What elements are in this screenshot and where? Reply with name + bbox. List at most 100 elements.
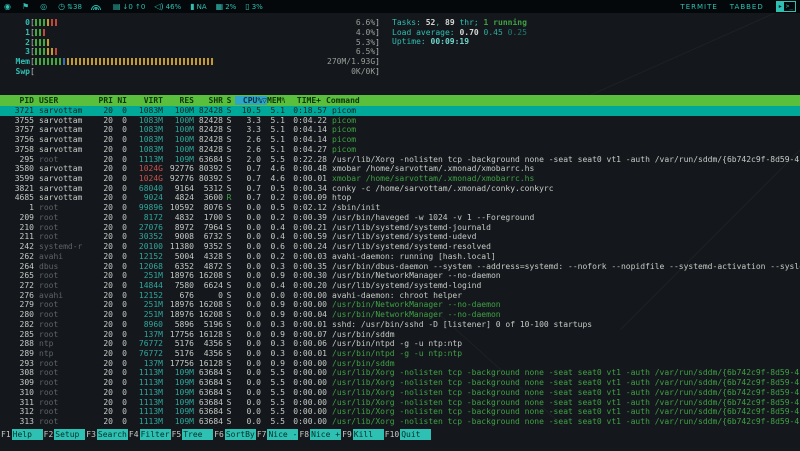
column-header-mem[interactable]: MEM% [267, 96, 285, 105]
cell-time: 0:00.06 [285, 339, 327, 349]
cell-pri: 20 [95, 193, 113, 203]
fkey-help[interactable]: F1Help [0, 429, 43, 440]
process-row[interactable]: 272root2001484475806624S0.00.40:00.20/us… [0, 281, 800, 291]
process-row[interactable]: 310root2001113M109M63684S0.05.50:00.00/u… [0, 388, 800, 398]
process-row[interactable]: 265root200251M1897616208S0.00.90:00.30/u… [0, 271, 800, 281]
process-row[interactable]: 3721sarvottam2001083M100M82428S10.55.10:… [0, 106, 800, 116]
process-row[interactable]: 262avahi2001215250044328S0.00.20:00.03av… [0, 252, 800, 262]
process-row[interactable]: 3821sarvottam2006804091645312S0.70.50:00… [0, 184, 800, 194]
fkey-search[interactable]: F3Search [85, 429, 128, 440]
column-header-res[interactable]: RES [163, 96, 194, 105]
process-row[interactable]: 309root2001113M109M63684S0.05.50:00.00/u… [0, 378, 800, 388]
process-row[interactable]: 308root2001113M109M63684S0.05.50:00.00/u… [0, 368, 800, 378]
cell-shr: 4356 [194, 339, 223, 349]
process-row[interactable]: 311root2001113M109M63684S0.05.50:00.00/u… [0, 398, 800, 408]
process-row[interactable]: 288ntp2007677251764356S0.00.30:00.06/usr… [0, 339, 800, 349]
workspace-label-tabbed[interactable]: TABBED [730, 3, 764, 11]
process-row[interactable]: 3757sarvottam2001083M100M82428S3.35.10:0… [0, 125, 800, 135]
cell-user: sarvottam [34, 135, 95, 145]
fkey-setup[interactable]: F2Setup [43, 429, 86, 440]
launcher-icon: ◉ [4, 3, 11, 11]
column-header-pid[interactable]: PID [8, 96, 34, 105]
cpu-meter-1: 1[4.0%] [8, 28, 380, 38]
column-header-cpu[interactable]: CPU%▽ [235, 96, 267, 105]
process-row[interactable]: 211root2003035290086732S0.00.40:00.59/us… [0, 232, 800, 242]
cell-ni: 0 [113, 359, 127, 369]
cell-virt: 14844 [127, 281, 163, 291]
cell-command: /usr/lib/Xorg -nolisten tcp -background … [327, 388, 800, 398]
cell-res: 5176 [163, 339, 194, 349]
process-row[interactable]: 285root200137M1775616128S0.00.90:00.07/u… [0, 330, 800, 340]
process-row[interactable]: 1root20099896105928076S0.00.50:02.12/sbi… [0, 203, 800, 213]
process-row[interactable]: 282root200896058965196S0.00.30:00.01sshd… [0, 320, 800, 330]
fkey-nice-[interactable]: F7Nice - [256, 429, 299, 440]
cell-mem: 5.5 [261, 407, 285, 417]
process-row[interactable]: 279root200251M1897616208S0.00.90:00.00/u… [0, 300, 800, 310]
column-header-ni[interactable]: NI [113, 96, 127, 105]
cell-pri: 20 [95, 174, 113, 184]
column-header-shr[interactable]: SHR [194, 96, 223, 105]
cell-pri: 20 [95, 281, 113, 291]
meter-tick [111, 58, 113, 65]
cell-time: 0:00.34 [285, 184, 327, 194]
process-row[interactable]: 3758sarvottam2001083M100M82428S2.65.10:0… [0, 145, 800, 155]
column-header-s[interactable]: S [223, 96, 235, 105]
column-header-pri[interactable]: PRI [95, 96, 113, 105]
cell-res: 100M [163, 116, 194, 126]
process-row[interactable]: 312root2001113M109M63684S0.05.50:00.00/u… [0, 407, 800, 417]
fkey-nice-[interactable]: F8Nice + [298, 429, 341, 440]
process-row[interactable]: 3755sarvottam2001083M100M82428S3.35.10:0… [0, 116, 800, 126]
cell-time: 0:00.00 [285, 368, 327, 378]
process-row[interactable]: 280root200251M1897616208S0.00.90:00.04/u… [0, 310, 800, 320]
fkey-quit[interactable]: F10Quit [384, 429, 431, 440]
process-row[interactable]: 242systemd-r20020100113809352S0.00.60:00… [0, 242, 800, 252]
process-row[interactable]: 210root2002707689727964S0.00.40:00.21/us… [0, 223, 800, 233]
flag-icon: ⚑ [22, 3, 29, 11]
process-row[interactable]: 289ntp2007677251764356S0.00.30:00.01/usr… [0, 349, 800, 359]
workspace-labels: TERMITE TABBED [680, 3, 763, 11]
cell-mem: 0.3 [261, 320, 285, 330]
process-row[interactable]: 4685sarvottam200902448243600R0.70.20:00.… [0, 193, 800, 203]
process-row[interactable]: 313root2001113M109M63684S0.05.50:00.00/u… [0, 417, 800, 427]
process-row[interactable]: 293root200137M1775616128S0.00.90:00.00/u… [0, 359, 800, 369]
cell-command: /usr/bin/sddm [327, 330, 800, 340]
column-header-time[interactable]: TIME+ [285, 96, 321, 105]
cell-state: S [223, 349, 235, 359]
meter-tick [39, 39, 41, 46]
cell-virt: 9024 [127, 193, 163, 203]
cell-mem: 0.4 [261, 232, 285, 242]
fkey-sortby[interactable]: F6SortBy [213, 429, 256, 440]
cell-ni: 0 [113, 368, 127, 378]
cell-mem: 4.6 [261, 164, 285, 174]
cell-cpu: 0.0 [235, 320, 261, 330]
cell-shr: 7964 [194, 223, 223, 233]
column-header-user[interactable]: USER [34, 96, 95, 105]
cell-shr: 82428 [194, 116, 223, 126]
process-row[interactable]: 3599sarvottam2001024G9277680392S0.74.60:… [0, 174, 800, 184]
process-row[interactable]: 3580sarvottam2001024G9277680392S0.74.60:… [0, 164, 800, 174]
terminal-badge[interactable]: ▸ >_ [776, 1, 796, 12]
workspace-label-termite[interactable]: TERMITE [680, 3, 717, 11]
column-header-cmd[interactable]: Command [321, 96, 800, 105]
fkey-kill[interactable]: F9Kill [341, 429, 384, 440]
meter-tick [103, 58, 105, 65]
process-row[interactable]: 276avahi200121526760S0.00.00:00.00avahi-… [0, 291, 800, 301]
process-row[interactable]: 3756sarvottam2001083M100M82428S2.65.10:0… [0, 135, 800, 145]
process-row[interactable]: 264dbus2001206863524872S0.00.30:00.35/us… [0, 262, 800, 272]
meter-tick [183, 58, 185, 65]
cell-time: 0:04.27 [285, 145, 327, 155]
cell-virt: 1113M [127, 388, 163, 398]
cell-state: S [223, 223, 235, 233]
cell-mem: 0.2 [261, 252, 285, 262]
cell-cpu: 0.0 [235, 310, 261, 320]
process-row[interactable]: 295root2001113M109M63684S2.05.50:22.28/u… [0, 155, 800, 165]
fkey-tree[interactable]: F5Tree [171, 429, 214, 440]
process-row[interactable]: 209root200817248321700S0.00.20:00.39/usr… [0, 213, 800, 223]
cell-time: 0:00.48 [285, 164, 327, 174]
cell-pid: 3821 [8, 184, 34, 194]
cell-pid: 3755 [8, 116, 34, 126]
fkey-filter[interactable]: F4Filter [128, 429, 171, 440]
cell-ni: 0 [113, 223, 127, 233]
cell-res: 100M [163, 145, 194, 155]
column-header-virt[interactable]: VIRT [127, 96, 163, 105]
